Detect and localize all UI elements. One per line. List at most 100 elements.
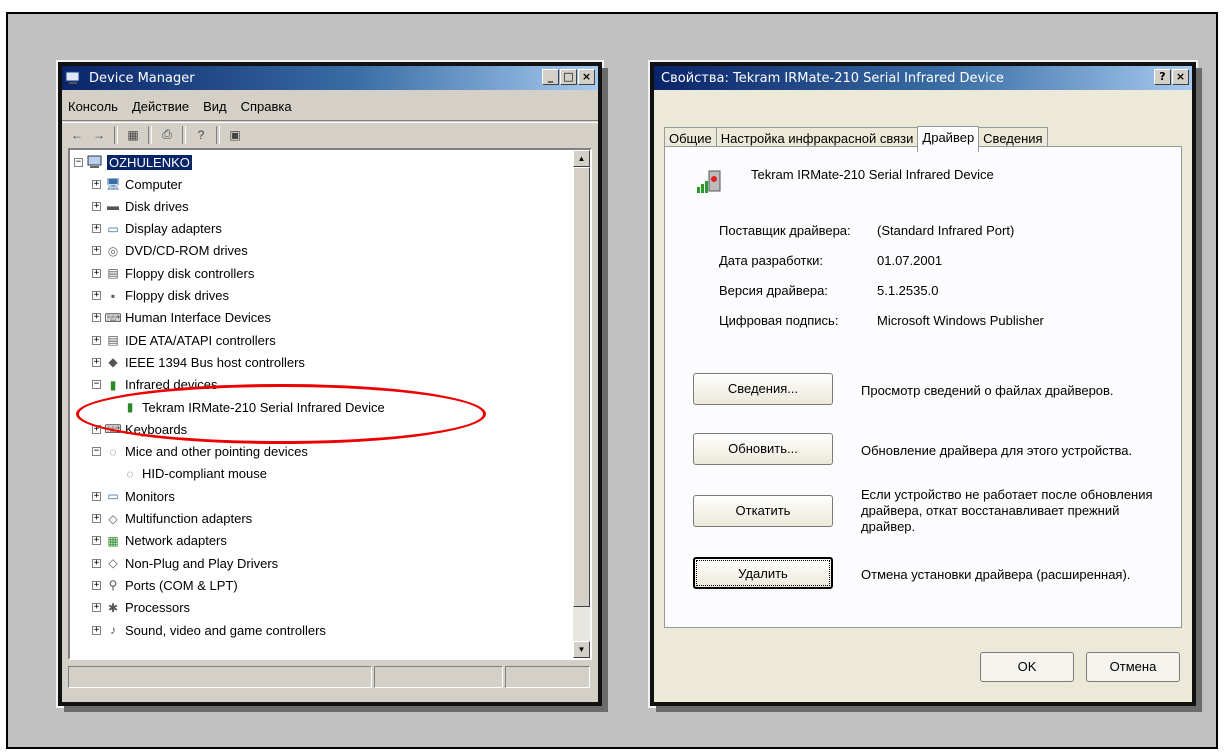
toolbar-separator <box>216 125 220 144</box>
field-value: (Standard Infrared Port) <box>877 223 1015 238</box>
help-icon[interactable]: ? <box>192 126 210 144</box>
expand-icon[interactable]: + <box>92 514 101 523</box>
tree-category-item[interactable]: + ◎ DVD/CD-ROM drives <box>92 241 248 261</box>
field-label: Поставщик драйвера: <box>719 223 851 238</box>
rollback-driver-button[interactable]: Откатить <box>693 495 833 527</box>
device-manager-icon <box>65 70 81 86</box>
dialog-title: Свойства: Tekram IRMate-210 Serial Infra… <box>661 70 1004 86</box>
expand-icon[interactable]: + <box>92 224 101 234</box>
scroll-thumb[interactable] <box>573 167 590 607</box>
collapse-icon[interactable]: − <box>92 380 101 390</box>
tree-item-label: Human Interface Devices <box>125 310 271 326</box>
tree-root[interactable]: − OZHULENKO <box>74 152 192 172</box>
view-icon[interactable]: ▦ <box>124 126 142 144</box>
tree-item-label: Non-Plug and Play Drivers <box>125 555 279 571</box>
tree-child-item[interactable]: ◌ HID-compliant mouse <box>122 464 267 484</box>
disk-drive-icon: ▬ <box>107 199 119 214</box>
menu-action[interactable]: Действие <box>125 99 196 114</box>
device-tree-panel: − OZHULENKO + 🖥 Computer + ▬ Disk drives + ▭ Dis… <box>68 148 592 660</box>
forward-arrow-icon[interactable]: → <box>90 126 108 144</box>
rollback-driver-description: Если устройство не работает после обновл… <box>861 487 1153 534</box>
tree-item-label: Keyboards <box>125 421 188 437</box>
tree-category-item[interactable]: + ▭ Monitors <box>92 486 175 506</box>
vertical-scrollbar[interactable]: ▲ ▼ <box>573 150 590 658</box>
expand-icon[interactable]: + <box>92 291 101 300</box>
expand-icon[interactable]: + <box>92 603 101 613</box>
back-arrow-icon[interactable]: ← <box>68 126 86 144</box>
expand-icon[interactable]: + <box>92 179 101 189</box>
tree-category-item[interactable]: + ♪ Sound, video and game controllers <box>92 620 326 640</box>
tree-category-item[interactable]: + ⌨ Keyboards <box>92 419 187 439</box>
tree-category-item[interactable]: + ⚲ Ports (COM & LPT) <box>92 575 238 595</box>
root-label: OZHULENKO <box>107 154 192 170</box>
collapse-icon[interactable]: − <box>92 447 101 457</box>
tree-child-item[interactable]: ▮ Tekram IRMate-210 Serial Infrared Devic… <box>122 397 385 417</box>
cdrom-icon: ◎ <box>107 243 119 258</box>
scroll-up-button[interactable]: ▲ <box>573 150 590 167</box>
computer-root-icon <box>87 154 103 170</box>
expand-icon[interactable]: + <box>92 558 101 568</box>
expand-icon[interactable]: + <box>92 246 101 256</box>
expand-icon[interactable]: + <box>92 357 101 367</box>
tree-category-item[interactable]: + ◇ Multifunction adapters <box>92 509 252 529</box>
help-button[interactable]: ? <box>1154 69 1171 85</box>
tree-category-item[interactable]: + ◆ IEEE 1394 Bus host controllers <box>92 352 305 372</box>
tree-category-item[interactable]: + ▤ IDE ATA/ATAPI controllers <box>92 330 276 350</box>
field-value: 5.1.2535.0 <box>877 283 939 298</box>
menu-help[interactable]: Справка <box>234 99 299 114</box>
driver-provider-row: Поставщик драйвера: (Standard Infrared Po… <box>719 223 1014 238</box>
tree-category-item[interactable]: + ▪ Floppy disk drives <box>92 286 229 306</box>
tree-category-item[interactable]: + ◇ Non-Plug and Play Drivers <box>92 553 278 573</box>
expand-icon[interactable]: + <box>92 313 101 323</box>
properties-titlebar[interactable]: Свойства: Tekram IRMate-210 Serial Infra… <box>654 66 1192 90</box>
minimize-button[interactable]: _ <box>542 69 559 85</box>
tree-category-item[interactable]: + ▭ Display adapters <box>92 219 222 239</box>
expand-icon[interactable]: + <box>92 201 101 211</box>
expand-icon[interactable]: + <box>92 335 101 345</box>
tree-category-item[interactable]: − ▮ Infrared devices <box>92 375 218 395</box>
collapse-icon[interactable]: − <box>74 157 83 167</box>
tree-category-item[interactable]: + ⌨ Human Interface Devices <box>92 308 271 328</box>
menu-console[interactable]: Консоль <box>62 99 125 114</box>
cancel-button[interactable]: Отмена <box>1086 652 1180 682</box>
toolbar-separator <box>182 125 186 144</box>
ok-button[interactable]: OK <box>980 652 1074 682</box>
tree-item-label: Floppy disk controllers <box>125 265 255 281</box>
expand-icon[interactable]: + <box>92 268 101 278</box>
driver-details-button[interactable]: Сведения... <box>693 373 833 405</box>
menu-bar: Консоль Действие Вид Справка <box>62 92 598 121</box>
tree-category-item[interactable]: + 🖥 Computer <box>92 174 182 194</box>
print-icon[interactable]: ⎙ <box>158 126 176 144</box>
maximize-button[interactable]: □ <box>560 69 577 85</box>
tree-item-label: Tekram IRMate-210 Serial Infrared Device <box>142 399 385 415</box>
digital-signer-row: Цифровая подпись: Microsoft Windows Publi… <box>719 313 1044 328</box>
close-button[interactable]: × <box>578 69 595 85</box>
uninstall-driver-button[interactable]: Удалить <box>693 557 833 589</box>
expand-icon[interactable]: + <box>92 491 101 501</box>
expand-icon[interactable]: + <box>92 580 101 590</box>
update-driver-button[interactable]: Обновить... <box>693 433 833 465</box>
tree-category-item[interactable]: + ▤ Floppy disk controllers <box>92 263 254 283</box>
uninstall-driver-description: Отмена установки драйвера (расширенная). <box>861 567 1131 582</box>
expand-icon[interactable]: + <box>92 424 101 434</box>
device-manager-titlebar[interactable]: Device Manager _ □ × <box>62 66 598 90</box>
tree-category-item[interactable]: + ✱ Processors <box>92 598 190 618</box>
tree-category-item[interactable]: + ▬ Disk drives <box>92 196 189 216</box>
close-button[interactable]: × <box>1172 69 1189 85</box>
properties-dialog: Свойства: Tekram IRMate-210 Serial Infra… <box>650 62 1196 706</box>
toolbar-separator <box>114 125 118 144</box>
scan-hardware-icon[interactable]: ▣ <box>226 126 244 144</box>
hid-icon: ⌨ <box>104 310 122 325</box>
scroll-down-button[interactable]: ▼ <box>573 641 590 658</box>
network-icon: ▦ <box>107 533 119 548</box>
menu-view[interactable]: Вид <box>196 99 234 114</box>
tab-driver[interactable]: Драйвер <box>917 126 980 152</box>
expand-icon[interactable]: + <box>92 625 101 635</box>
tree-item-label: Disk drives <box>125 198 189 214</box>
computer-icon: 🖥 <box>105 177 121 191</box>
toolbar: ← → ▦ ⎙ ? ▣ <box>62 122 598 146</box>
tree-category-item[interactable]: − ◌ Mice and other pointing devices <box>92 442 308 462</box>
tree-category-item[interactable]: + ▦ Network adapters <box>92 531 227 551</box>
expand-icon[interactable]: + <box>92 536 101 546</box>
processor-icon: ✱ <box>107 600 119 615</box>
